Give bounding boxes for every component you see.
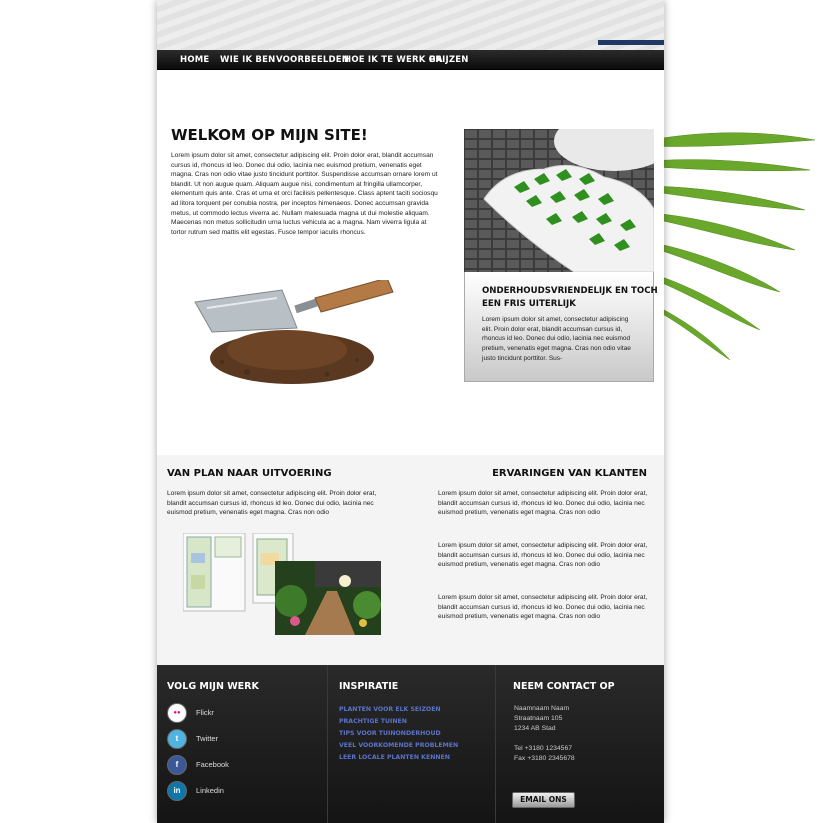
feature-text: Lorem ipsum dolor sit amet, consectetur … xyxy=(482,316,631,362)
social-label: Flickr xyxy=(196,708,214,717)
facebook-icon: f xyxy=(167,755,187,775)
linkedin-icon: in xyxy=(167,781,187,801)
contact-street: Straatnaam 105 xyxy=(514,715,563,722)
social-link-flickr[interactable]: ●● Flickr xyxy=(167,703,287,723)
contact-name: Naamnaam Naam xyxy=(514,705,570,712)
flickr-icon: ●● xyxy=(167,703,187,723)
nav-item-home[interactable]: HOME xyxy=(180,50,209,70)
review-text-2: Lorem ipsum dolor sit amet, consectetur … xyxy=(438,542,648,569)
nav-item-prijzen[interactable]: PRIJZEN xyxy=(429,50,469,70)
inspiration-link[interactable]: VEEL VOORKOMENDE PROBLEMEN xyxy=(339,742,458,749)
contact-city: 1234 AB Stad xyxy=(514,725,556,732)
inspiration-link[interactable]: PRACHTIGE TUINEN xyxy=(339,718,407,725)
twitter-icon: t xyxy=(167,729,187,749)
header-accent-bar xyxy=(598,40,664,45)
nav-item-wie-ik-ben[interactable]: WIE IK BEN xyxy=(220,50,275,70)
reviews-title: ERVARINGEN VAN KLANTEN xyxy=(492,468,647,479)
social-link-linkedin[interactable]: in Linkedin xyxy=(167,781,287,801)
social-link-facebook[interactable]: f Facebook xyxy=(167,755,287,775)
social-label: Facebook xyxy=(196,760,229,769)
social-label: Linkedin xyxy=(196,786,224,795)
page-frame: HOME WIE IK BEN VOORBEELDEN HOE IK TE WE… xyxy=(157,0,664,823)
inspiration-link[interactable]: LEER LOCALE PLANTEN KENNEN xyxy=(339,754,450,761)
review-text-3: Lorem ipsum dolor sit amet, consectetur … xyxy=(438,594,648,621)
contact-phone: Tel +3180 1234567 xyxy=(514,745,573,752)
garden-photo-image xyxy=(275,561,381,635)
welcome-text: Lorem ipsum dolor sit amet, consectetur … xyxy=(171,152,438,236)
email-button[interactable]: EMAIL ONS xyxy=(512,792,575,808)
social-label: Twitter xyxy=(196,734,219,743)
social-link-twitter[interactable]: t Twitter xyxy=(167,729,287,749)
review-text-1: Lorem ipsum dolor sit amet, consectetur … xyxy=(438,490,648,517)
inspiration-link[interactable]: TIPS VOOR TUINONDERHOUD xyxy=(339,730,441,737)
contact-title: NEEM CONTACT OP xyxy=(513,681,615,692)
info-section: VAN PLAN NAAR UITVOERING Lorem ipsum dol… xyxy=(157,455,664,665)
trowel-soil-image xyxy=(194,280,394,384)
inspiration-link[interactable]: PLANTEN VOOR ELK SEIZOEN xyxy=(339,706,441,713)
feature-title: ONDERHOUDSVRIENDELIJK EN TOCH EEN FRIS U… xyxy=(482,285,658,311)
header-banner xyxy=(157,0,664,50)
nav-item-hoe-ik-te-werk-ga[interactable]: HOE IK TE WERK GA xyxy=(344,50,443,70)
contact-fax: Fax +3180 2345678 xyxy=(514,755,575,762)
feature-title-line1: ONDERHOUDSVRIENDELIJK EN TOCH xyxy=(482,286,658,296)
footer-divider xyxy=(495,665,496,823)
welcome-title: WELKOM OP MIJN SITE! xyxy=(171,126,368,144)
nav-item-voorbeelden[interactable]: VOORBEELDEN xyxy=(276,50,349,70)
footer: VOLG MIJN WERK ●● Flickr t Twitter f Fac… xyxy=(157,665,664,823)
feature-image xyxy=(464,129,654,272)
main-nav: HOME WIE IK BEN VOORBEELDEN HOE IK TE WE… xyxy=(157,50,664,70)
footer-divider xyxy=(327,665,328,823)
feature-box: ONDERHOUDSVRIENDELIJK EN TOCH EEN FRIS U… xyxy=(464,272,658,382)
feature-title-line2: EEN FRIS UITERLIJK xyxy=(482,299,576,309)
plan-text: Lorem ipsum dolor sit amet, consectetur … xyxy=(167,490,377,517)
plan-title: VAN PLAN NAAR UITVOERING xyxy=(167,468,332,479)
inspiration-title: INSPIRATIE xyxy=(339,681,399,692)
follow-title: VOLG MIJN WERK xyxy=(167,681,259,692)
